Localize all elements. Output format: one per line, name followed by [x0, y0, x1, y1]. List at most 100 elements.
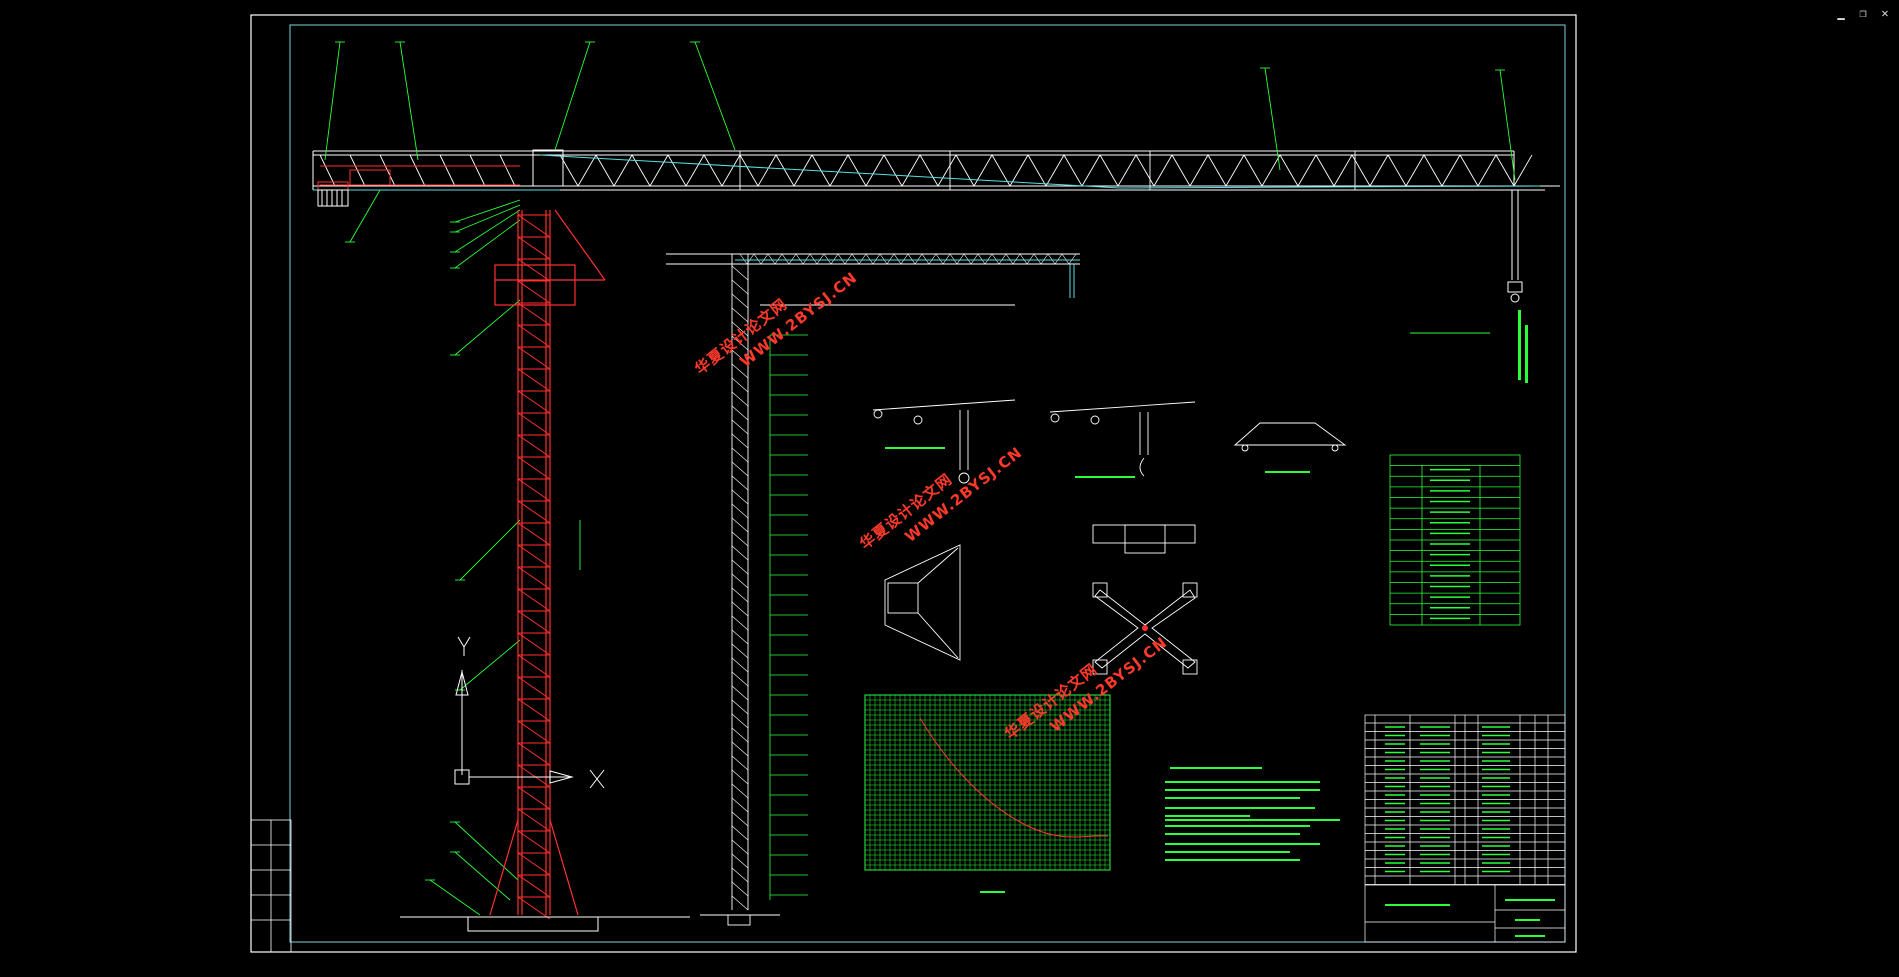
side-jib-brace: [977, 253, 986, 265]
side-mast-brace: [731, 531, 749, 547]
side-mast-brace: [731, 839, 749, 855]
side-mast-brace: [731, 405, 749, 421]
trolley-hook: [1507, 190, 1523, 303]
tower-brace: [517, 280, 551, 304]
side-mast-brace: [731, 461, 749, 477]
jib-diagonal: [919, 154, 939, 187]
side-jib-brace: [942, 253, 951, 265]
side-jib-brace: [1019, 253, 1028, 265]
tower-brace: [517, 896, 551, 920]
sheet-outer-frame: [250, 14, 1577, 953]
jib-diagonal: [1081, 154, 1101, 187]
side-mast-brace: [731, 881, 749, 897]
side-jib-brace: [879, 253, 888, 265]
hook-scale-bars: [1518, 310, 1528, 383]
jib-diagonal: [1225, 154, 1245, 187]
side-mast-brace: [731, 643, 749, 659]
side-jib-brace: [1061, 253, 1070, 265]
tower-brace: [517, 764, 551, 788]
jib-diagonal: [1261, 154, 1281, 187]
jib-diagonal: [667, 154, 687, 187]
tower-brace: [517, 390, 551, 414]
jib-diagonal: [1171, 154, 1191, 187]
tower-brace: [517, 676, 551, 700]
base-center-mark: [1142, 625, 1148, 631]
counterweights: [317, 189, 349, 207]
jib-diagonal: [1045, 154, 1065, 187]
jib-diagonal: [685, 154, 705, 187]
performance-parameter-table: [1389, 454, 1521, 626]
jib-diagonal: [1513, 154, 1533, 187]
jib-diagonal: [1279, 154, 1299, 187]
tower-brace: [517, 852, 551, 876]
jib-diagonal: [955, 154, 975, 187]
side-mast-brace: [731, 517, 749, 533]
side-mast-brace: [731, 699, 749, 715]
jib-diagonal: [1009, 154, 1029, 187]
jib-diagonal: [883, 154, 903, 187]
watermark-group-1: 华夏设计论文网 WWW.2BYSJ.CN: [691, 268, 860, 378]
jib-diagonal: [631, 154, 651, 187]
counter-jib-diagonal: [469, 154, 486, 187]
jib-diagonal: [739, 154, 759, 187]
jib-diagonal: [595, 154, 615, 187]
side-jib-brace: [886, 253, 895, 265]
jib-diagonal: [1207, 154, 1227, 187]
side-jib-brace: [921, 253, 930, 265]
tower-brace: [517, 324, 551, 348]
side-mast-brace: [731, 671, 749, 687]
side-jib-brace: [837, 253, 846, 265]
side-jib-brace: [970, 253, 979, 265]
side-jib-brace: [872, 253, 881, 265]
counter-jib-diagonal: [499, 154, 516, 187]
side-mast-brace: [731, 727, 749, 743]
tower-brace: [517, 434, 551, 458]
side-jib-brace: [851, 253, 860, 265]
technical-notes-block: [1165, 767, 1340, 861]
cad-drawing-viewport[interactable]: 华夏设计论文网 WWW.2BYSJ.CN 华夏设计论文网 WWW.2BYSJ.C…: [0, 0, 1899, 977]
jib-diagonals: [319, 151, 1533, 190]
side-jib-brace: [809, 253, 818, 265]
jib-diagonal: [1027, 154, 1047, 187]
ground-foundation: [400, 916, 690, 932]
jib-diagonal: [1063, 154, 1083, 187]
left-revision-block: [250, 819, 292, 953]
side-mast-brace: [731, 797, 749, 813]
side-jib-brace: [1033, 253, 1042, 265]
side-mast-brace: [731, 657, 749, 673]
trolley-detail: [1233, 422, 1347, 452]
side-jib-brace: [795, 253, 804, 265]
side-mast-brace: [731, 391, 749, 407]
side-jib-brace: [774, 253, 783, 265]
side-jib-brace: [1040, 253, 1049, 265]
side-mast-brace: [731, 545, 749, 561]
side-jib-brace: [893, 253, 902, 265]
side-mast-brace: [731, 489, 749, 505]
tower-brace: [517, 236, 551, 260]
jib-diagonal: [865, 154, 885, 187]
leader-line: [399, 41, 419, 161]
jib-diagonal: [1243, 154, 1263, 187]
side-jib-brace: [935, 253, 944, 265]
side-mast-brace: [731, 307, 749, 323]
tower-brace: [517, 478, 551, 502]
jib-diagonal: [721, 154, 741, 187]
side-mast-brace: [731, 895, 749, 911]
parts-list-title-block: [1364, 714, 1566, 943]
side-mast-brace: [731, 447, 749, 463]
leader-line: [429, 879, 481, 916]
side-jib-brace: [781, 253, 790, 265]
leader-line: [459, 639, 521, 691]
jib-diagonal: [1459, 154, 1479, 187]
jib-diagonal: [1189, 154, 1209, 187]
leader-line: [459, 519, 521, 581]
tower-brace: [517, 456, 551, 480]
tower-brace: [517, 874, 551, 898]
leader-line: [349, 189, 381, 243]
tower-brace: [517, 632, 551, 656]
side-jib-brace: [788, 253, 797, 265]
side-mast-brace: [731, 755, 749, 771]
side-jib-brace: [865, 253, 874, 265]
jib-diagonal: [829, 154, 849, 187]
side-jib-brace: [858, 253, 867, 265]
